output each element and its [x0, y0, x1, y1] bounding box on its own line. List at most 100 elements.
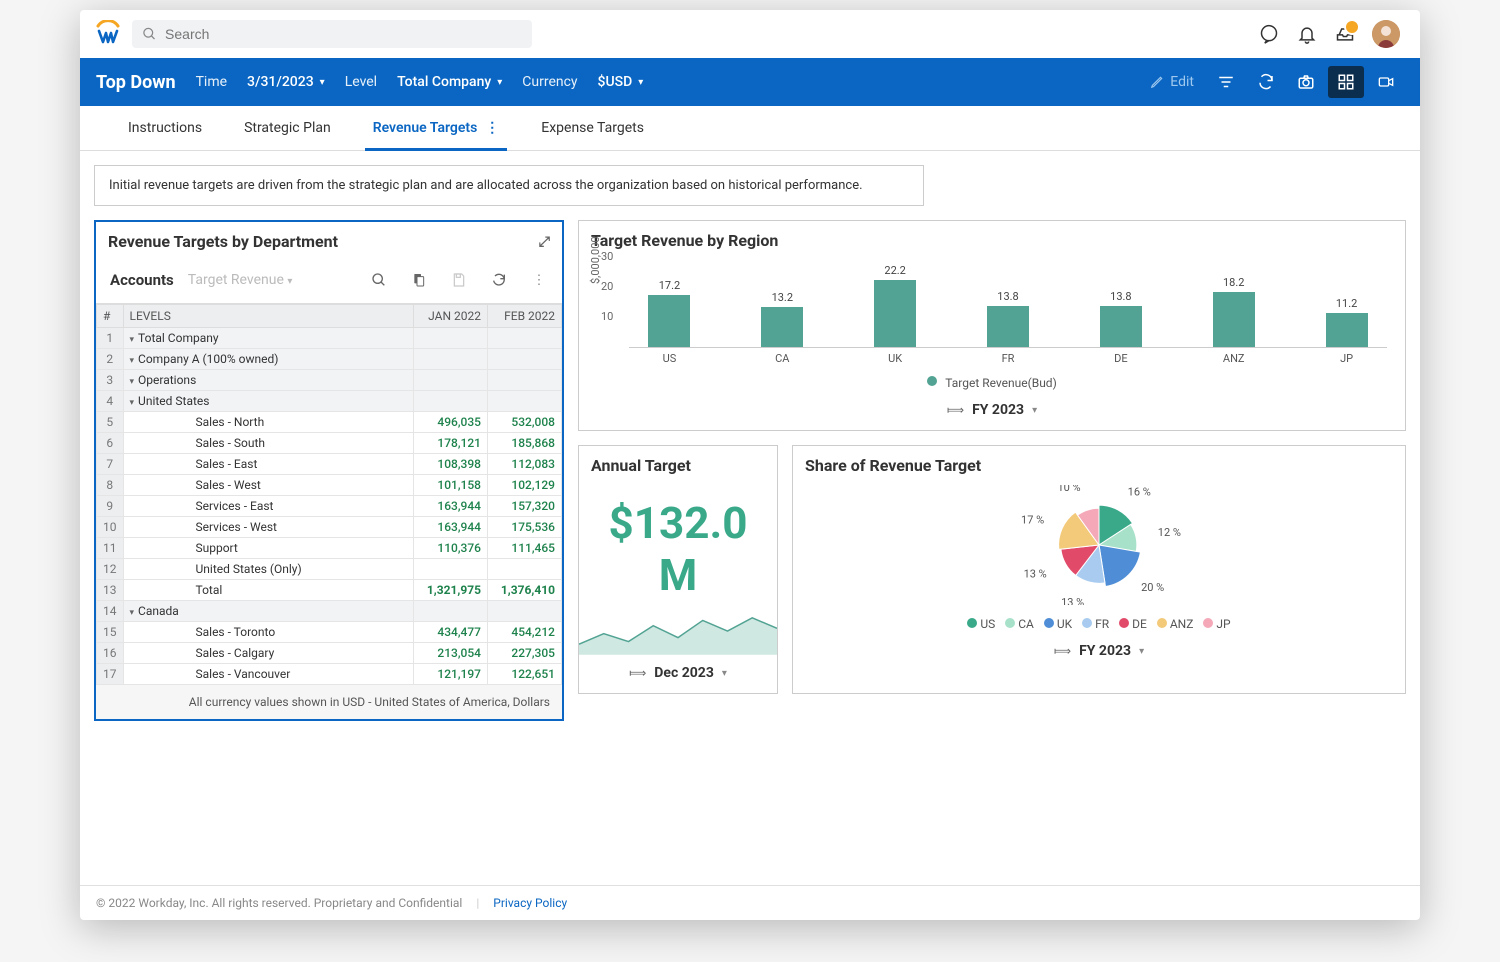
- kebab-icon[interactable]: ⋮: [477, 120, 499, 136]
- annual-time-picker[interactable]: ⟾ Dec 2023 ▾: [579, 659, 777, 693]
- svg-text:12 %: 12 %: [1158, 526, 1181, 539]
- bar-JP[interactable]: 11.2JP: [1306, 297, 1387, 347]
- table-row[interactable]: 14 ▾Canada: [97, 601, 562, 622]
- table-row[interactable]: 3 ▾Operations: [97, 370, 562, 391]
- page-title: Top Down: [96, 72, 176, 93]
- tab-expense-targets[interactable]: Expense Targets: [533, 106, 652, 150]
- pencil-icon: [1150, 75, 1164, 89]
- chevron-down-icon: ▾: [638, 77, 643, 88]
- table-row[interactable]: 4 ▾United States: [97, 391, 562, 412]
- privacy-policy-link[interactable]: Privacy Policy: [493, 896, 567, 910]
- chevron-down-icon: ▾: [320, 77, 325, 88]
- video-icon[interactable]: [1368, 66, 1404, 98]
- reload-icon[interactable]: [486, 267, 512, 293]
- table-row[interactable]: 1 ▾Total Company: [97, 328, 562, 349]
- share-time-picker[interactable]: ⟾ FY 2023 ▾: [793, 637, 1405, 671]
- copy-icon[interactable]: [406, 267, 432, 293]
- table-row[interactable]: 9 Services - East 163,944 157,320: [97, 496, 562, 517]
- sparkline-chart: [579, 607, 777, 655]
- svg-text:16 %: 16 %: [1128, 485, 1151, 498]
- table-row[interactable]: 12 United States (Only): [97, 559, 562, 580]
- chevron-down-icon: ▾: [1032, 405, 1037, 416]
- currency-footnote: All currency values shown in USD - Unite…: [96, 685, 562, 719]
- panel-title: Annual Target: [579, 446, 777, 479]
- table-row[interactable]: 11 Support 110,376 111,465: [97, 538, 562, 559]
- panel-title: Target Revenue by Region: [579, 221, 1405, 254]
- filter-icon[interactable]: [1208, 66, 1244, 98]
- legend-item-UK[interactable]: UK: [1044, 617, 1072, 631]
- pie-slice-UK[interactable]: [1099, 545, 1140, 586]
- inbox-icon[interactable]: [1334, 23, 1356, 45]
- table-row[interactable]: 8 Sales - West 101,158 102,129: [97, 475, 562, 496]
- kebab-icon[interactable]: ⋮: [526, 267, 552, 293]
- target-revenue-dropdown[interactable]: Target Revenue ▾: [188, 272, 293, 288]
- expand-icon[interactable]: ⤢: [539, 234, 550, 250]
- search-icon[interactable]: [366, 267, 392, 293]
- chevron-down-icon: ▾: [287, 276, 292, 287]
- workday-logo[interactable]: [92, 18, 124, 50]
- currency-picker[interactable]: $USD▾: [598, 74, 644, 90]
- level-picker[interactable]: Total Company▾: [397, 74, 502, 90]
- col-rownum: #: [97, 305, 124, 328]
- bell-icon[interactable]: [1296, 23, 1318, 45]
- save-icon[interactable]: [446, 267, 472, 293]
- bar-CA[interactable]: 13.2CA: [742, 291, 823, 347]
- col-jan: JAN 2022: [414, 305, 488, 328]
- tab-instructions[interactable]: Instructions: [120, 106, 210, 150]
- legend-item-CA[interactable]: CA: [1005, 617, 1034, 631]
- pie-chart: 16 % 12 % 20 % 13 % 13 % 17 % 10 %: [969, 485, 1229, 605]
- search-input-wrap[interactable]: [132, 20, 532, 48]
- chevron-down-icon: ▾: [722, 668, 727, 679]
- legend-item-ANZ[interactable]: ANZ: [1157, 617, 1194, 631]
- refresh-icon[interactable]: [1248, 66, 1284, 98]
- panel-title: Revenue Targets by Department: [108, 232, 338, 251]
- table-row[interactable]: 15 Sales - Toronto 434,477 454,212: [97, 622, 562, 643]
- search-input[interactable]: [165, 26, 522, 42]
- range-icon: ⟾: [629, 666, 646, 680]
- table-row[interactable]: 5 Sales - North 496,035 532,008: [97, 412, 562, 433]
- currency-label: Currency: [522, 74, 577, 90]
- table-row[interactable]: 10 Services - West 163,944 175,536: [97, 517, 562, 538]
- svg-text:10 %: 10 %: [1057, 485, 1080, 494]
- avatar[interactable]: [1372, 20, 1400, 48]
- table-row[interactable]: 17 Sales - Vancouver 121,197 122,651: [97, 664, 562, 685]
- svg-text:17 %: 17 %: [1021, 514, 1044, 527]
- bar-DE[interactable]: 13.8DE: [1080, 290, 1161, 347]
- tab-strategic-plan[interactable]: Strategic Plan: [236, 106, 339, 150]
- chat-icon[interactable]: [1258, 23, 1280, 45]
- edit-button[interactable]: Edit: [1140, 74, 1204, 90]
- svg-text:13 %: 13 %: [1061, 596, 1084, 605]
- table-row[interactable]: 6 Sales - South 178,121 185,868: [97, 433, 562, 454]
- annual-target-value: $132.0 M: [579, 479, 777, 607]
- chevron-down-icon: ▾: [1139, 646, 1144, 657]
- panel-annual-target: Annual Target $132.0 M ⟾ Dec 2023 ▾: [578, 445, 778, 694]
- table-row[interactable]: 2 ▾Company A (100% owned): [97, 349, 562, 370]
- tab-revenue-targets[interactable]: Revenue Targets⋮: [365, 106, 508, 150]
- bar-US[interactable]: 17.2US: [629, 279, 710, 347]
- region-time-picker[interactable]: ⟾ FY 2023 ▾: [579, 396, 1405, 430]
- legend-item-US[interactable]: US: [967, 617, 995, 631]
- table-row[interactable]: 7 Sales - East 108,398 112,083: [97, 454, 562, 475]
- accounts-label: Accounts: [110, 271, 174, 289]
- panel-target-revenue-by-region: Target Revenue by Region $,000,000 10203…: [578, 220, 1406, 431]
- range-icon: ⟾: [947, 403, 964, 417]
- bar-FR[interactable]: 13.8FR: [968, 290, 1049, 347]
- panel-revenue-by-department: Revenue Targets by Department ⤢ Accounts…: [94, 220, 564, 721]
- legend-item-FR[interactable]: FR: [1082, 617, 1109, 631]
- time-picker[interactable]: 3/31/2023▾: [247, 74, 325, 90]
- svg-text:13 %: 13 %: [1024, 567, 1047, 580]
- copyright-text: © 2022 Workday, Inc. All rights reserved…: [96, 896, 462, 910]
- bar-ANZ[interactable]: 18.2ANZ: [1193, 276, 1274, 347]
- legend-item-JP[interactable]: JP: [1203, 617, 1230, 631]
- bar-UK[interactable]: 22.2UK: [855, 264, 936, 347]
- table-row[interactable]: 16 Sales - Calgary 213,054 227,305: [97, 643, 562, 664]
- dashboard-icon[interactable]: [1328, 66, 1364, 98]
- camera-icon[interactable]: [1288, 66, 1324, 98]
- level-label: Level: [345, 74, 377, 90]
- table-row[interactable]: 13 Total 1,321,975 1,376,410: [97, 580, 562, 601]
- panel-title: Share of Revenue Target: [793, 446, 1405, 479]
- legend-item-DE[interactable]: DE: [1119, 617, 1147, 631]
- panel-share-of-revenue: Share of Revenue Target 16 % 12 % 20 % 13 %…: [792, 445, 1406, 694]
- col-feb: FEB 2022: [488, 305, 562, 328]
- svg-text:20 %: 20 %: [1141, 581, 1164, 594]
